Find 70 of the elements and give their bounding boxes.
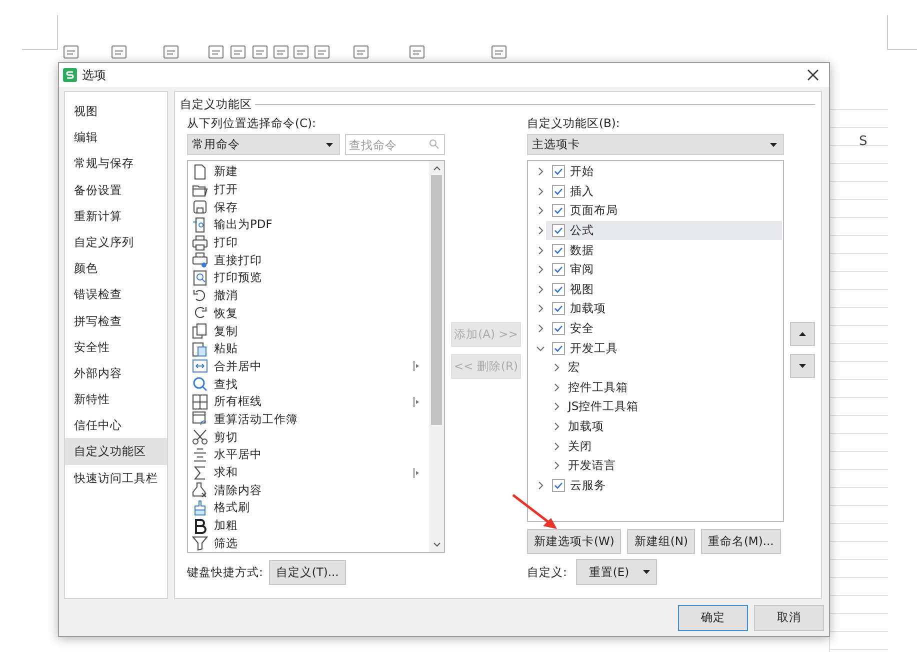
field-label: 自定义功能区(B): (527, 115, 621, 132)
sidebar-item[interactable]: 备份设置 (65, 176, 167, 203)
ribbon-button[interactable]: 新建组(N) (627, 529, 695, 554)
sidebar-item[interactable]: 自定义序列 (65, 228, 167, 256)
tree-item[interactable]: 插入 (536, 182, 782, 202)
sidebar-item[interactable]: 常规与保存 (65, 150, 167, 177)
command-item[interactable]: 恢复 (192, 304, 429, 322)
command-item[interactable]: 剪切 (192, 428, 429, 446)
command-item[interactable]: 清除内容 (192, 481, 429, 500)
sidebar-item[interactable]: 信任中心 (65, 412, 167, 438)
ribbon-button[interactable]: 重命名(M)... (700, 529, 781, 554)
tree-item[interactable]: 安全 (536, 318, 782, 338)
command-item[interactable]: 加粗 (192, 516, 429, 534)
sidebar-item[interactable]: 外部内容 (65, 360, 167, 386)
sidebar-item[interactable]: 编辑 (65, 124, 167, 150)
tree-item[interactable]: 审阅 (536, 260, 782, 280)
tree-item[interactable]: 开始 (536, 162, 782, 182)
field-label: 自定义: (527, 564, 567, 580)
field-label: 从下列位置选择命令(C): (187, 115, 317, 132)
sidebar-item[interactable]: 错误检查 (65, 281, 167, 308)
tree-item[interactable]: 关闭 (536, 436, 782, 456)
tree-item[interactable]: 开发语言 (536, 456, 782, 476)
command-item[interactable]: 粘贴 (192, 340, 429, 358)
sidebar-item[interactable]: 拼写检查 (65, 308, 167, 334)
customize-button[interactable]: 自定义(T)... (268, 560, 346, 585)
tree-item[interactable]: 页面布局 (536, 201, 782, 221)
ribbon-button[interactable]: 新建选项卡(W) (527, 529, 622, 554)
command-item[interactable]: 新建 (192, 163, 429, 181)
command-item[interactable]: 查找 (192, 375, 429, 393)
command-item[interactable]: 筛选 (192, 534, 429, 552)
command-item[interactable]: 合并居中 (192, 358, 429, 376)
command-item[interactable]: 所有框线 (192, 392, 429, 411)
dialog-button[interactable]: 取消 (754, 604, 824, 630)
sidebar-item[interactable]: 重新计算 (65, 202, 167, 229)
ribbon-dropdown[interactable]: 主选项卡 (527, 134, 784, 155)
command-item[interactable]: 打开 (192, 180, 429, 198)
command-source-dropdown[interactable]: 常用命令 (187, 134, 340, 155)
dialog-button[interactable]: 确定 (678, 604, 748, 630)
tree-item[interactable]: 开发工具 (536, 338, 782, 358)
search-field[interactable]: 查找命令 (345, 134, 445, 155)
command-item[interactable]: 保存 (192, 198, 429, 216)
sidebar-item[interactable]: 视图 (65, 98, 167, 124)
tree-item[interactable]: 加载项 (536, 299, 782, 319)
tree-item[interactable]: 云服务 (536, 476, 782, 496)
sidebar-item[interactable]: 安全性 (65, 334, 167, 360)
tree-item[interactable]: 宏 (536, 358, 782, 378)
field-label: 键盘快捷方式: (187, 565, 263, 580)
command-item[interactable]: 输出为PDF (192, 216, 429, 234)
tree-item[interactable]: JS控件工具箱 (536, 397, 782, 417)
command-item[interactable]: 格式刷 (192, 499, 429, 517)
command-item[interactable]: 直接打印 (192, 251, 429, 270)
column-header: S (859, 134, 868, 149)
command-item[interactable]: 撤消 (192, 286, 429, 304)
command-item[interactable]: 复制 (192, 322, 429, 340)
sidebar-item[interactable]: 自定义功能区 (65, 438, 167, 465)
command-item[interactable]: 水平居中 (192, 446, 429, 464)
command-item[interactable]: 重算活动工作簿 (192, 410, 429, 428)
tree-item[interactable]: 视图 (536, 280, 782, 300)
section-title: 自定义功能区 (180, 97, 252, 112)
command-item[interactable]: 打印 (192, 234, 429, 252)
tree-item[interactable]: 加载项 (536, 416, 782, 436)
window-title: 选项 (82, 66, 106, 84)
tree-item[interactable]: 数据 (536, 240, 782, 260)
command-item[interactable]: 求和 (192, 464, 429, 482)
tree-item[interactable]: 控件工具箱 (536, 378, 782, 398)
sidebar-item[interactable]: 新特性 (65, 386, 167, 412)
sidebar-item[interactable]: 颜色 (65, 255, 167, 282)
command-item[interactable]: 打印预览 (192, 269, 429, 287)
sidebar-item[interactable]: 快速访问工具栏 (65, 464, 167, 491)
reset-button[interactable]: 重置(E) (576, 559, 658, 585)
